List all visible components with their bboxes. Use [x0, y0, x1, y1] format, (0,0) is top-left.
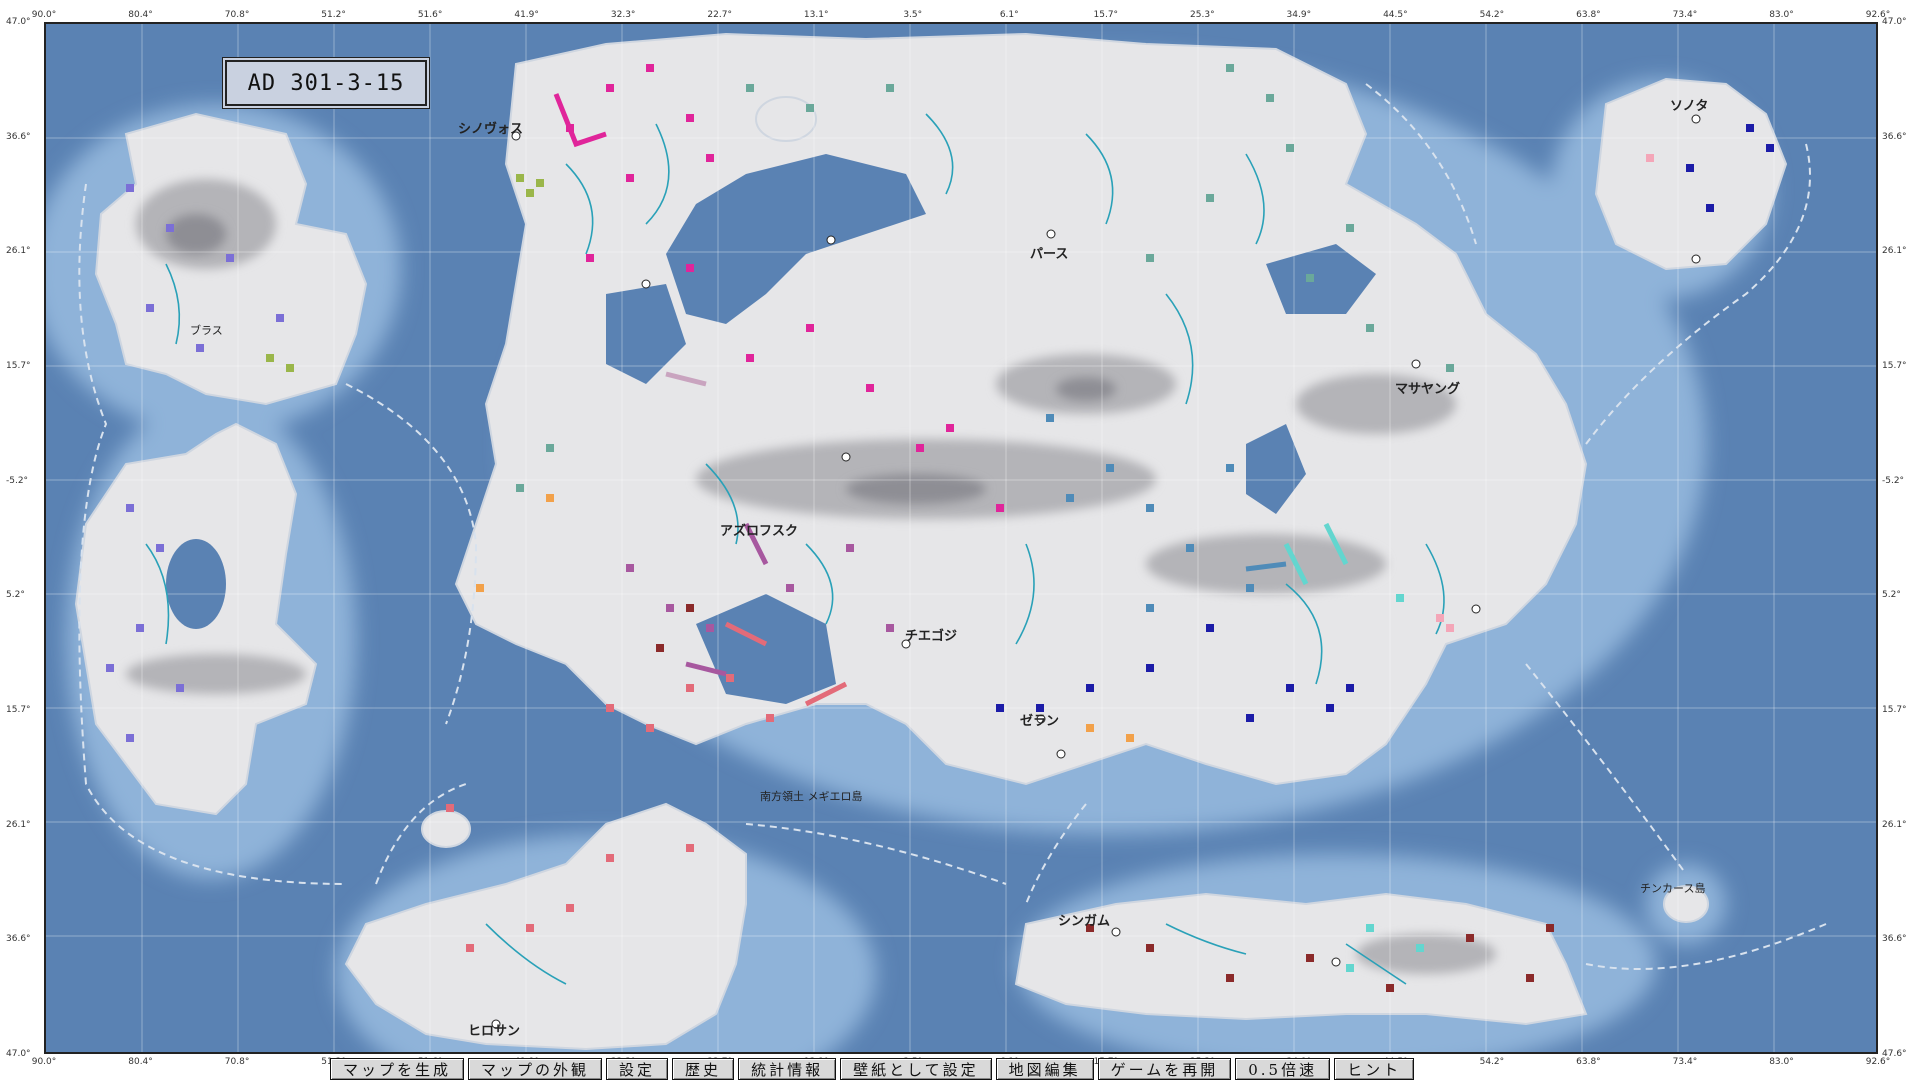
- axis-tick-label: 36.6°: [6, 934, 31, 945]
- axis-tick-label: 44.5°: [1383, 10, 1408, 20]
- history-button[interactable]: 歴史: [672, 1058, 735, 1080]
- map-label-zeyran: ゼラン: [1020, 714, 1060, 729]
- axis-tick-label: 47.0°: [6, 17, 31, 27]
- axis-tick-label: 90.0°: [31, 10, 57, 20]
- axis-tick-label: 15.7°: [1093, 10, 1119, 20]
- map-label-shingamu: シンガム: [1058, 914, 1111, 929]
- map-canvas[interactable]: [46, 24, 1876, 1052]
- axis-tick-label: 15.7°: [1882, 705, 1907, 715]
- axis-tick-label: 80.4°: [128, 1057, 153, 1067]
- map-label-nanpou: 南方領土 メギエロ島: [760, 790, 863, 803]
- speed-half-button[interactable]: 0.5倍速: [1235, 1058, 1331, 1080]
- map-label-azurofusk: アズロフスク: [720, 524, 799, 539]
- axis-tick-label: 63.8°: [1576, 10, 1601, 20]
- axis-tick-label: 73.4°: [1672, 1057, 1698, 1067]
- axis-tick-label: 47.0°: [6, 1049, 31, 1059]
- axis-tick-label: 15.7°: [6, 361, 31, 371]
- axis-tick-label: 15.7°: [6, 705, 31, 715]
- axis-tick-label: -5.2°: [1882, 475, 1905, 486]
- axis-tick-label: 41.9°: [514, 10, 539, 20]
- axis-tick-label: 6.1°: [999, 10, 1019, 20]
- axis-tick-label: 36.6°: [6, 131, 31, 142]
- axis-tick-label: 5.2°: [6, 590, 25, 601]
- hint-button[interactable]: ヒント: [1334, 1058, 1415, 1080]
- world-map[interactable]: [44, 22, 1878, 1054]
- axis-tick-label: 73.4°: [1672, 10, 1698, 20]
- generate-map-button[interactable]: マップを生成: [330, 1058, 465, 1080]
- axis-tick-label: 22.7°: [707, 10, 732, 20]
- axis-tick-label: -5.2°: [6, 475, 29, 486]
- map-appearance-button[interactable]: マップの外観: [468, 1058, 603, 1080]
- axis-tick-label: 51.6°: [417, 10, 443, 20]
- axis-tick-label: 47.6°: [1882, 1049, 1907, 1059]
- map-label-chinkaasu: チンカース島: [1640, 882, 1706, 895]
- statistics-button[interactable]: 統計情報: [738, 1058, 837, 1080]
- date-display: AD 301-3-15: [225, 60, 427, 106]
- axis-tick-label: 26.1°: [1882, 819, 1907, 830]
- map-label-sonota: ソノタ: [1670, 99, 1709, 114]
- axis-tick-label: 26.1°: [6, 246, 31, 257]
- map-label-chiegoji: チエゴジ: [905, 629, 958, 644]
- axis-tick-label: 32.3°: [610, 10, 636, 20]
- settings-button[interactable]: 設定: [606, 1058, 669, 1080]
- map-label-hirosan: ヒロサン: [468, 1024, 521, 1039]
- axis-tick-label: 54.2°: [1479, 1057, 1505, 1067]
- map-label-shinovos: シノヴォス: [458, 122, 524, 137]
- axis-tick-label: 15.7°: [1882, 361, 1907, 371]
- map-label-paasu: パース: [1030, 247, 1069, 262]
- map-label-masayang: マサヤング: [1395, 382, 1461, 397]
- axis-tick-label: 83.0°: [1769, 1057, 1794, 1067]
- axis-tick-label: 26.1°: [1882, 246, 1907, 257]
- axis-tick-label: 90.0°: [31, 1057, 57, 1067]
- map-label-burasu: ブラス: [190, 324, 223, 337]
- bottom-menu-bar: マップを生成 マップの外観 設定 歴史 統計情報 壁紙として設定 地図編集 ゲー…: [330, 1058, 1415, 1080]
- axis-tick-label: 3.5°: [903, 10, 923, 20]
- axis-tick-label: 26.1°: [6, 819, 31, 830]
- axis-tick-label: 63.8°: [1576, 1057, 1601, 1067]
- axis-tick-label: 70.8°: [224, 10, 250, 20]
- resume-game-button[interactable]: ゲームを再開: [1097, 1058, 1232, 1080]
- axis-tick-label: 51.2°: [321, 10, 346, 20]
- map-edit-button[interactable]: 地図編集: [995, 1058, 1094, 1080]
- axis-tick-label: 70.8°: [224, 1057, 250, 1067]
- axis-tick-label: 36.6°: [1882, 934, 1907, 945]
- axis-tick-label: 5.2°: [1882, 590, 1901, 601]
- axis-tick-label: 25.3°: [1190, 10, 1215, 20]
- axis-tick-label: 80.4°: [128, 10, 153, 20]
- axis-tick-label: 47.0°: [1882, 17, 1907, 27]
- set-wallpaper-button[interactable]: 壁紙として設定: [840, 1058, 992, 1080]
- axis-tick-label: 34.9°: [1286, 10, 1312, 20]
- axis-tick-label: 36.6°: [1882, 131, 1907, 142]
- axis-tick-label: 54.2°: [1479, 10, 1505, 20]
- axis-tick-label: 13.1°: [803, 10, 829, 20]
- axis-tick-label: 83.0°: [1769, 10, 1794, 20]
